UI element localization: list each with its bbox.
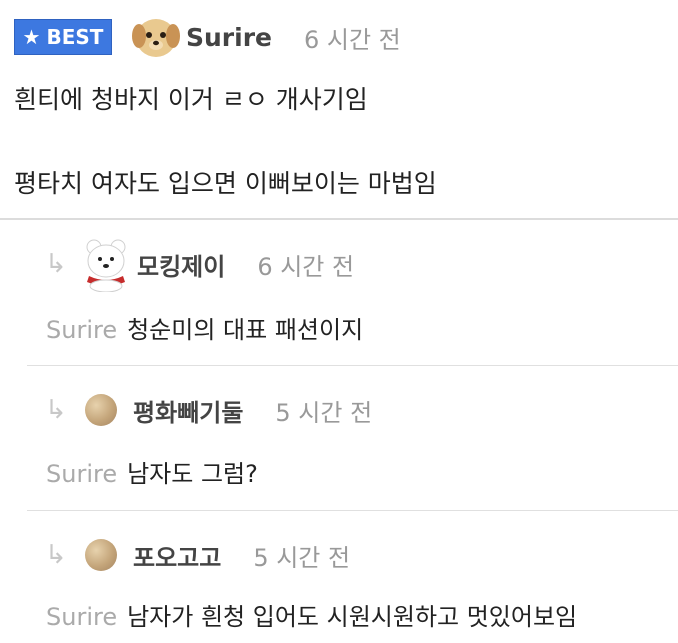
best-comment: ★ BEST Surire 6 시간 전 흰티에 청바지 이거 ㄹㅇ 개사기임 …: [0, 0, 678, 220]
reply-mention[interactable]: Surire: [46, 460, 117, 488]
reply-item: ↳ 평화빼기둘 5 시간 전 Surire 남자도 그럼?: [27, 366, 678, 510]
star-icon: ★: [22, 25, 41, 49]
reply-item: ↳ 포오고고 5 시간 전 Surire 남자가 흰청 입어도 시원시원하고 멋있…: [27, 511, 678, 643]
comment-author[interactable]: Surire: [186, 23, 272, 52]
comment-time: 6 시간 전: [304, 25, 401, 54]
reply-text: 청순미의 대표 패션이지: [127, 316, 364, 344]
avatar[interactable]: [85, 394, 117, 426]
reply-arrow-icon: ↳: [45, 395, 67, 425]
reply-arrow-icon: ↳: [45, 249, 67, 279]
best-badge-label: BEST: [46, 25, 104, 49]
reply-time: 5 시간 전: [275, 398, 373, 427]
reply-header: ↳ 평화빼기둘 5 시간 전: [45, 388, 372, 432]
reply-text: 남자가 흰청 입어도 시원시원하고 멋있어보임: [127, 603, 578, 631]
comment-thread: ★ BEST Surire 6 시간 전 흰티에 청바지 이거 ㄹㅇ 개사기임 …: [0, 0, 678, 643]
reply-time: 5 시간 전: [253, 543, 351, 572]
polar-bear-avatar[interactable]: [81, 236, 131, 293]
comment-header: ★ BEST Surire 6 시간 전: [14, 14, 401, 60]
comment-text-line-2: 평타치 여자도 입으면 이뻐보이는 마법임: [14, 169, 437, 198]
reply-body: Surire 청순미의 대표 패션이지: [46, 310, 363, 345]
reply-body: Surire 남자도 그럼?: [46, 454, 258, 489]
reply-header: ↳ 모킹제이 6 시간 전: [45, 239, 355, 293]
reply-mention[interactable]: Surire: [46, 316, 117, 344]
best-badge: ★ BEST: [14, 19, 112, 55]
puppy-avatar[interactable]: [132, 14, 180, 60]
reply-body: Surire 남자가 흰청 입어도 시원시원하고 멋있어보임: [46, 597, 577, 632]
reply-text: 남자도 그럼?: [127, 460, 258, 488]
avatar[interactable]: [85, 539, 117, 571]
reply-arrow-icon: ↳: [45, 540, 67, 570]
comment-text-line-1: 흰티에 청바지 이거 ㄹㅇ 개사기임: [14, 85, 368, 114]
reply-item: ↳ 모킹제이 6 시간 전 Surire 청순미의 대표 패션이지: [27, 236, 678, 364]
reply-time: 6 시간 전: [257, 252, 355, 281]
reply-author[interactable]: 포오고고: [133, 538, 221, 573]
reply-author[interactable]: 평화빼기둘: [133, 393, 243, 428]
divider: [0, 218, 678, 220]
reply-header: ↳ 포오고고 5 시간 전: [45, 533, 350, 577]
reply-mention[interactable]: Surire: [46, 603, 117, 631]
reply-author[interactable]: 모킹제이: [137, 247, 225, 282]
